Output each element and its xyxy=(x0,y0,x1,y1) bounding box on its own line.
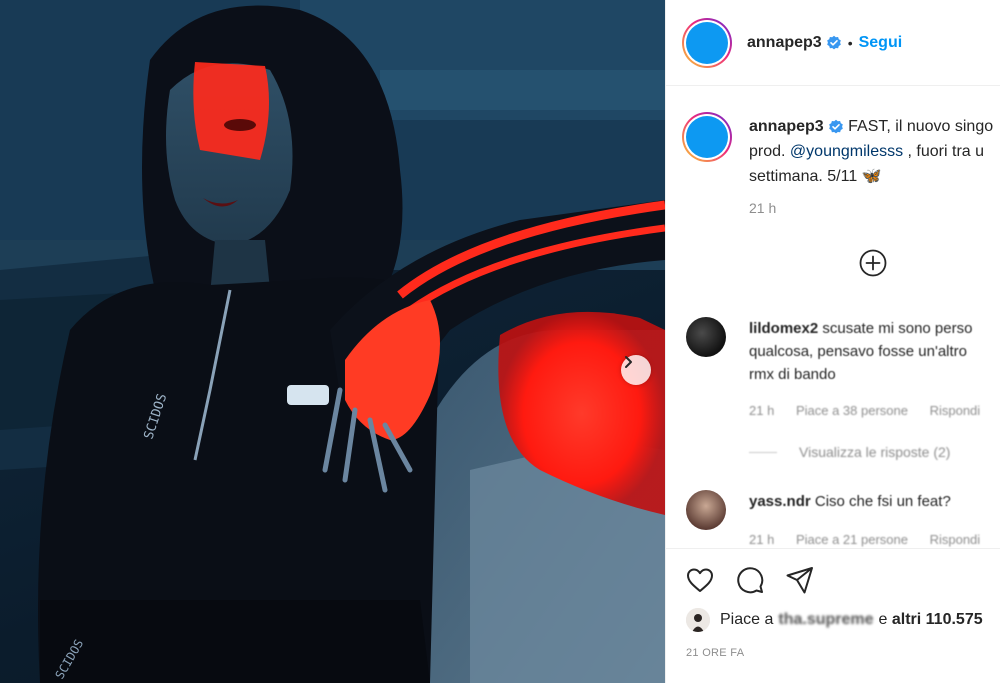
post-actions: Piace a tha.supreme e altri 110.575 21 O… xyxy=(666,548,1000,683)
post-photo-image: SCIDOS SCIDOS xyxy=(0,0,665,683)
post-photo: SCIDOS SCIDOS xyxy=(0,0,665,683)
comment-meta: 21 h Piace a 21 persone Rispondi xyxy=(749,532,998,547)
verified-badge-icon xyxy=(828,119,843,134)
butterfly-emoji: 🦋 xyxy=(861,168,882,185)
caption-username[interactable]: annapep3 xyxy=(749,118,824,135)
post-header: annapep3 • Segui xyxy=(666,0,1000,86)
follow-button[interactable]: Segui xyxy=(859,34,903,52)
caption-avatar xyxy=(686,116,728,158)
caption-text: annapep3 FAST, il nuovo singo prod. @you… xyxy=(749,114,1000,189)
comment-likes[interactable]: Piace a 38 persone xyxy=(796,403,908,418)
comment-button[interactable] xyxy=(734,564,766,596)
like-button[interactable] xyxy=(684,564,716,596)
share-button[interactable] xyxy=(784,564,816,596)
view-replies-button[interactable]: Visualizza le risposte (2) xyxy=(749,444,950,460)
post-date[interactable]: 21 ORE FA xyxy=(686,647,744,659)
liker-username[interactable]: tha.supreme xyxy=(778,611,873,629)
likes-prefix: Piace a xyxy=(720,611,774,628)
liker-avatar-image xyxy=(686,608,710,632)
comment-time: 21 h xyxy=(749,403,775,418)
liker-avatar[interactable] xyxy=(686,608,710,632)
comment-text: lildomex2 scusate mi sono perso qualcosa… xyxy=(749,320,973,383)
comment-time: 21 h xyxy=(749,532,775,547)
reply-button[interactable]: Rispondi xyxy=(930,403,981,418)
avatar xyxy=(686,21,728,64)
likes-count[interactable]: altri 110.575 xyxy=(892,611,983,629)
comment-icon xyxy=(737,567,764,594)
caption-story-ring[interactable] xyxy=(682,112,732,162)
reply-button[interactable]: Rispondi xyxy=(930,532,981,547)
username[interactable]: annapep3 xyxy=(747,34,822,52)
commenter-avatar[interactable] xyxy=(686,490,726,530)
next-photo-button[interactable] xyxy=(621,355,651,385)
add-circle-icon xyxy=(859,249,887,277)
comment-meta: 21 h Piace a 38 persone Rispondi xyxy=(749,403,998,418)
likes-conj: e xyxy=(878,611,888,628)
separator-dot: • xyxy=(847,34,853,51)
commenter-username[interactable]: lildomex2 xyxy=(749,320,818,337)
share-icon xyxy=(786,567,813,594)
post-side-panel: annapep3 • Segui annapep3 FAST, il nuovo… xyxy=(665,0,1000,683)
caption-line-3: settimana. 5/11 xyxy=(749,168,862,185)
load-more-comments-button[interactable] xyxy=(858,248,888,278)
comment-text: yass.ndr Ciso che fsi un feat? xyxy=(749,493,951,510)
comment-likes[interactable]: Piace a 21 persone xyxy=(796,532,908,547)
caption-timestamp: 21 h xyxy=(749,200,777,216)
likes-summary: Piace a tha.supreme e altri 110.575 xyxy=(686,608,983,632)
caption-prod: prod. xyxy=(749,143,790,160)
replies-divider xyxy=(749,451,777,453)
heart-icon xyxy=(687,568,713,592)
caption-line-2-end: , fuori tra u xyxy=(903,143,985,160)
chevron-right-icon xyxy=(625,356,632,368)
caption-mention[interactable]: @youngmilesss xyxy=(790,143,903,160)
commenter-username[interactable]: yass.ndr xyxy=(749,493,811,510)
story-ring[interactable] xyxy=(682,17,732,68)
caption-line-1: FAST, il nuovo singo xyxy=(848,118,994,135)
commenter-avatar[interactable] xyxy=(686,317,726,357)
verified-badge-icon xyxy=(826,35,841,49)
